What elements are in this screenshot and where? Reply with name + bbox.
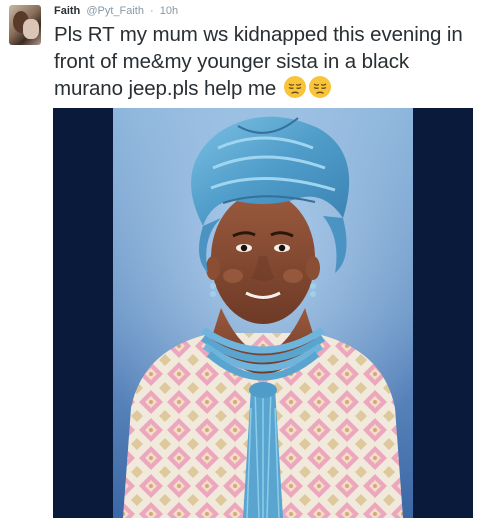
avatar[interactable] — [9, 5, 41, 45]
tweet-photo[interactable] — [53, 108, 473, 518]
portrait-image — [53, 108, 473, 518]
tweet-timestamp[interactable]: 10h — [160, 5, 178, 17]
header-separator: · — [150, 5, 154, 17]
tweet-header: Faith @Pyt_Faith · 10h — [54, 4, 178, 20]
tweet-text: Pls RT my mum ws kidnapped this evening … — [54, 23, 463, 100]
pensive-face-emoji-icon — [308, 76, 331, 98]
author-handle[interactable]: @Pyt_Faith — [86, 5, 144, 17]
author-name[interactable]: Faith — [54, 5, 80, 17]
pensive-face-emoji-icon — [283, 76, 306, 98]
tweet-card: Faith @Pyt_Faith · 10h Pls RT my mum ws … — [0, 0, 481, 518]
tweet-text-block: Pls RT my mum ws kidnapped this evening … — [54, 22, 474, 103]
